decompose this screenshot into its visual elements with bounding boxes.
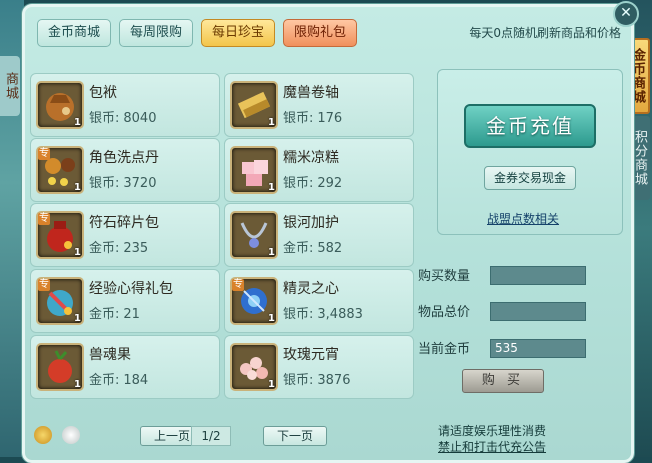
item-name: 角色洗点丹 (89, 150, 159, 166)
item-price: 银币: 176 (283, 107, 342, 126)
item-icon-frame[interactable]: 专1 (230, 277, 278, 325)
item-icon-frame[interactable]: 1 (36, 343, 84, 391)
price-value: 21 (123, 307, 140, 322)
tab-daily-treasure[interactable]: 每日珍宝 (201, 19, 276, 47)
item-icon-frame[interactable]: 1 (36, 81, 84, 129)
shop-item[interactable]: 1 兽魂果金币: 184 (30, 335, 220, 399)
item-count: 1 (268, 117, 275, 128)
quantity-label: 购买数量 (418, 269, 471, 284)
currency-label: 银币: (89, 176, 120, 191)
shop-item[interactable]: 1 银河加护金币: 582 (224, 203, 414, 267)
price-value: 582 (317, 241, 343, 256)
notice-line-1: 请适度娱乐理性消费 (438, 424, 547, 438)
coin-search-icon[interactable] (34, 426, 52, 444)
shop-item[interactable]: 专 1 经验心得礼包 金币: 21 (30, 269, 220, 333)
item-icon-frame[interactable]: 1 (230, 146, 278, 194)
tab-gold-mall[interactable]: 金币商城 (37, 19, 112, 47)
shop-item[interactable]: 1 包袱银币: 8040 (30, 73, 220, 137)
price-value: 292 (317, 176, 343, 191)
item-icon-frame[interactable]: 专1 (36, 277, 84, 325)
item-count: 1 (74, 247, 81, 258)
item-icon-frame[interactable]: 1 (230, 81, 278, 129)
price-value: 8040 (123, 111, 157, 126)
alliance-points-link[interactable]: 战盟点数相关 (487, 210, 559, 227)
currency-label: 金币: (89, 241, 120, 256)
shop-item[interactable]: 1 玫瑰元宵银币: 3876 (224, 335, 414, 399)
item-count: 1 (74, 182, 81, 193)
item-icon-frame[interactable]: 专1 (36, 146, 84, 194)
item-name: 符石碎片包 (89, 215, 159, 231)
quantity-field[interactable] (490, 266, 586, 285)
item-count: 1 (268, 379, 275, 390)
price-value: 235 (123, 241, 149, 256)
shop-panel: ✕ 金币商城 每周限购 每日珍宝 限购礼包 每天0点随机刷新商品和价格 1 包袱银… (22, 1, 639, 463)
currency-label: 金币: (283, 241, 314, 256)
shop-item[interactable]: 专 1 精灵之心 银币: 3,4883 (224, 269, 414, 333)
item-count: 1 (268, 313, 275, 324)
item-count: 1 (268, 182, 275, 193)
shop-item[interactable]: 专 1 符石碎片包 金币: 235 (30, 203, 220, 267)
exchange-button[interactable]: 金券交易现金 (484, 166, 576, 190)
item-price: 金币: 184 (89, 369, 148, 388)
current-gold-field: 535 (490, 339, 586, 358)
next-page-button[interactable]: 下一页 (263, 426, 327, 446)
price-value: 184 (123, 373, 149, 388)
item-name: 玫瑰元宵 (283, 347, 339, 363)
current-gold-label: 当前金币 (418, 342, 471, 357)
item-icon-frame[interactable]: 1 (230, 343, 278, 391)
currency-label: 银币: (89, 111, 120, 126)
buy-button[interactable]: 购 买 (462, 369, 544, 393)
item-icon-frame[interactable]: 1 (230, 211, 278, 259)
item-price: 银币: 3,4883 (283, 303, 363, 322)
silver-coin-icon[interactable] (62, 426, 80, 444)
item-count: 1 (74, 117, 81, 128)
item-count: 1 (74, 379, 81, 390)
item-price: 金币: 235 (89, 237, 148, 256)
exclusive-badge: 专 (38, 213, 50, 225)
price-value: 176 (317, 111, 343, 126)
exclusive-badge: 专 (232, 279, 244, 291)
item-price: 金币: 582 (283, 237, 342, 256)
item-name: 包袱 (89, 85, 117, 101)
price-value: 3876 (317, 373, 351, 388)
currency-label: 银币: (283, 176, 314, 191)
item-name: 糯米凉糕 (283, 150, 339, 166)
anti-recharge-notice-link[interactable]: 禁止和打击代充公告 (438, 438, 546, 455)
currency-label: 金币: (89, 307, 120, 322)
item-price: 银币: 292 (283, 172, 342, 191)
side-tab-mall[interactable]: 商城 (0, 56, 20, 116)
recharge-box: 金币充值 金券交易现金 战盟点数相关 (437, 69, 623, 235)
currency-label: 银币: (283, 373, 314, 388)
item-price: 银币: 8040 (89, 107, 156, 126)
item-count: 1 (268, 247, 275, 258)
shop-tabs: 金币商城 每周限购 每日珍宝 限购礼包 (37, 19, 358, 47)
price-value: 3720 (123, 176, 157, 191)
recharge-button[interactable]: 金币充值 (464, 104, 596, 148)
tab-limited-gift[interactable]: 限购礼包 (283, 19, 358, 47)
total-price-field (490, 302, 586, 321)
exclusive-badge: 专 (38, 148, 50, 160)
shop-item[interactable]: 1 魔兽卷轴银币: 176 (224, 73, 414, 137)
item-price: 金币: 21 (89, 303, 140, 322)
currency-label: 银币: (283, 111, 314, 126)
item-name: 魔兽卷轴 (283, 85, 339, 101)
shop-item[interactable]: 专 1 角色洗点丹 银币: 3720 (30, 138, 220, 202)
tab-weekly-limit[interactable]: 每周限购 (119, 19, 194, 47)
item-count: 1 (74, 313, 81, 324)
currency-label: 金币: (89, 373, 120, 388)
total-price-label: 物品总价 (418, 305, 471, 320)
item-icon-frame[interactable]: 专1 (36, 211, 84, 259)
item-name: 银河加护 (283, 215, 339, 231)
item-name: 兽魂果 (89, 347, 131, 363)
item-name: 精灵之心 (283, 281, 339, 297)
shop-item[interactable]: 1 糯米凉糕银币: 292 (224, 138, 414, 202)
refresh-note: 每天0点随机刷新商品和价格 (469, 26, 621, 40)
currency-label: 银币: (283, 307, 314, 322)
price-value: 3,4883 (317, 307, 363, 322)
item-price: 银币: 3876 (283, 369, 350, 388)
page-indicator: 1/2 (191, 426, 231, 446)
exclusive-badge: 专 (38, 279, 50, 291)
item-name: 经验心得礼包 (89, 281, 173, 297)
item-price: 银币: 3720 (89, 172, 156, 191)
